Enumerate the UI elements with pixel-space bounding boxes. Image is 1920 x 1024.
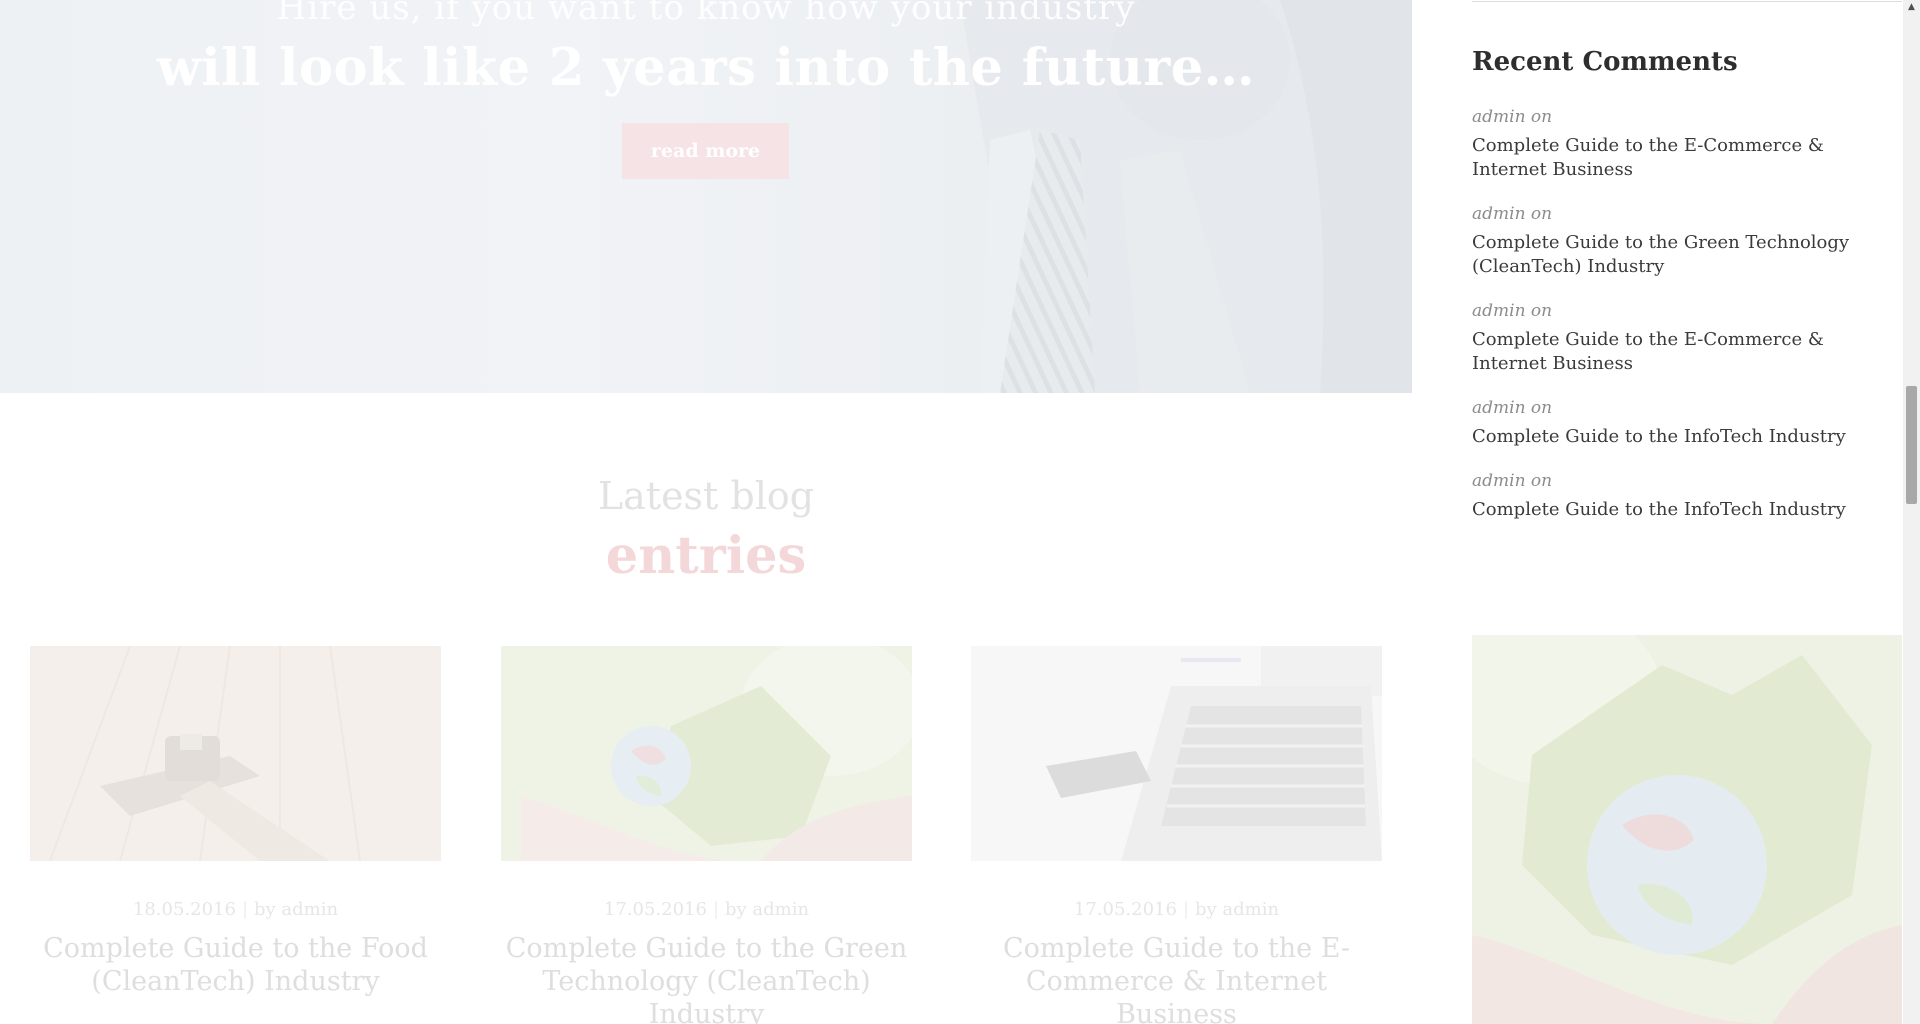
comment-author: admin on [1472, 398, 1553, 418]
post-date: 17.05.2016 [1073, 899, 1177, 920]
section-title: Latest blog [597, 474, 815, 518]
comment-post-link[interactable]: Complete Guide to the E-Commerce & Inter… [1472, 328, 1882, 376]
post-title-link[interactable]: Complete Guide to the Green Technology (… [501, 932, 912, 1024]
hero-banner: Hire us, if you want to know how your in… [0, 0, 1412, 393]
read-more-button[interactable]: read more [622, 123, 789, 179]
blog-card: 17.05.2016 | by admin Complete Guide to th… [971, 646, 1382, 1024]
recent-comments-list: admin on Complete Guide to the E-Commerc… [1472, 105, 1882, 542]
comment-item: admin on Complete Guide to the InfoTech … [1472, 396, 1882, 449]
recent-comments-title: Recent Comments [1472, 47, 1738, 77]
sidebar: Recent Comments admin on Complete Guide … [1472, 0, 1902, 1024]
globe-in-hands-image[interactable] [1472, 635, 1902, 1024]
post-author[interactable]: by admin [254, 899, 338, 920]
globe-in-hands-image[interactable] [501, 646, 912, 861]
post-author[interactable]: by admin [725, 899, 809, 920]
comment-author: admin on [1472, 301, 1553, 321]
comment-item: admin on Complete Guide to the E-Commerc… [1472, 299, 1882, 376]
comment-author: admin on [1472, 204, 1553, 224]
section-title-accent: entries [605, 526, 807, 586]
blog-card: 17.05.2016 | by admin Complete Guide to th… [501, 646, 912, 1024]
harvester-field-image[interactable] [30, 646, 441, 861]
laptop-card-image[interactable] [971, 646, 1382, 861]
post-title-link[interactable]: Complete Guide to the E-Commerce & Inter… [971, 932, 1382, 1024]
meta-separator: | [712, 899, 720, 920]
post-author[interactable]: by admin [1195, 899, 1279, 920]
sidebar-divider [1472, 1, 1902, 2]
main-content: Hire us, if you want to know how your in… [0, 0, 1412, 1024]
post-date: 18.05.2016 [132, 899, 236, 920]
triangle-up-icon[interactable]: ▲ [1903, 0, 1920, 14]
scrollbar-thumb[interactable] [1906, 386, 1917, 504]
hero-tagline: Hire us, if you want to know how your in… [276, 0, 1136, 28]
page-scrollbar[interactable]: ▲ [1903, 0, 1920, 1024]
comment-author: admin on [1472, 471, 1553, 491]
post-title-link[interactable]: Complete Guide to the Food (CleanTech) I… [30, 932, 441, 998]
comment-item: admin on Complete Guide to the InfoTech … [1472, 469, 1882, 522]
meta-separator: | [1182, 899, 1190, 920]
post-meta: 17.05.2016 | by admin [501, 899, 912, 920]
blog-card: 18.05.2016 | by admin Complete Guide to th… [30, 646, 441, 998]
hero-headline: will look like 2 years into the future… [156, 38, 1256, 98]
comment-post-link[interactable]: Complete Guide to the InfoTech Industry [1472, 498, 1882, 522]
post-meta: 18.05.2016 | by admin [30, 899, 441, 920]
comment-author: admin on [1472, 107, 1553, 127]
comment-item: admin on Complete Guide to the E-Commerc… [1472, 105, 1882, 182]
meta-separator: | [241, 899, 249, 920]
comment-post-link[interactable]: Complete Guide to the Green Technology (… [1472, 231, 1882, 279]
comment-post-link[interactable]: Complete Guide to the E-Commerce & Inter… [1472, 134, 1882, 182]
comment-post-link[interactable]: Complete Guide to the InfoTech Industry [1472, 425, 1882, 449]
post-meta: 17.05.2016 | by admin [971, 899, 1382, 920]
comment-item: admin on Complete Guide to the Green Tec… [1472, 202, 1882, 279]
post-date: 17.05.2016 [603, 899, 707, 920]
